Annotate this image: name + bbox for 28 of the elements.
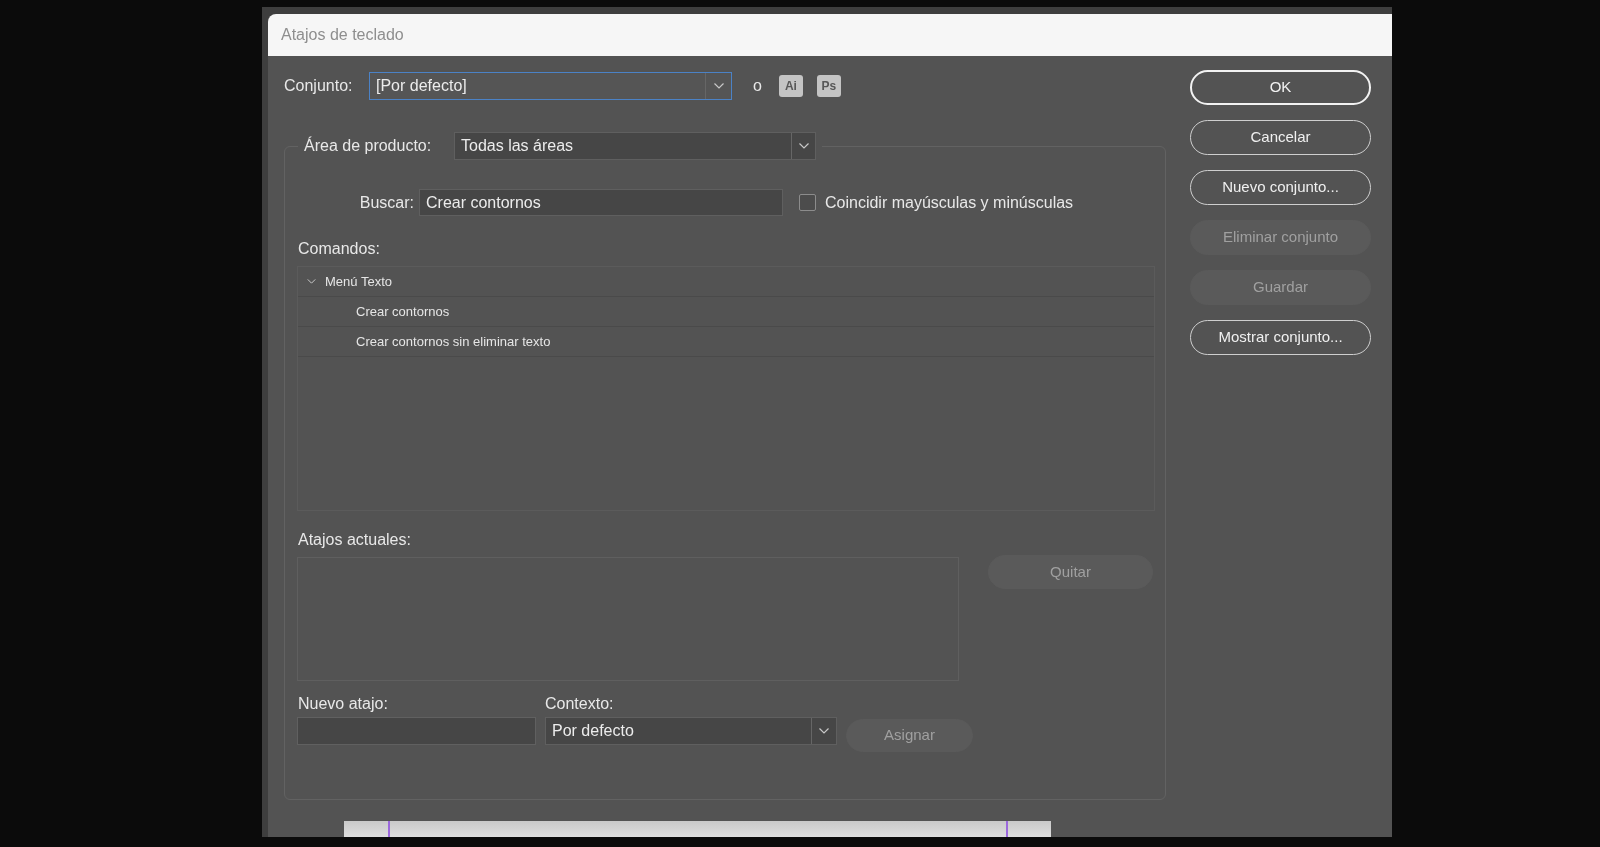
context-label: Contexto:	[545, 695, 615, 713]
separator-text: o	[753, 76, 762, 96]
show-set-button[interactable]: Mostrar conjunto...	[1190, 320, 1371, 355]
new-set-button[interactable]: Nuevo conjunto...	[1190, 170, 1371, 205]
ok-button[interactable]: OK	[1190, 70, 1371, 105]
chevron-down-icon	[798, 143, 809, 149]
new-shortcut-label: Nuevo atajo:	[297, 695, 389, 713]
set-dropdown[interactable]: [Por defecto]	[369, 72, 732, 100]
commands-label: Comandos:	[297, 240, 381, 258]
checkbox[interactable]	[799, 194, 816, 211]
checkbox-label: Coincidir mayúsculas y minúsculas	[825, 192, 1074, 213]
tree-row[interactable]: Crear contornos	[298, 297, 1154, 327]
set-label: Conjunto:	[284, 76, 354, 96]
chevron-down-icon	[819, 728, 829, 734]
window-title: Atajos de teclado	[281, 25, 404, 45]
product-area-dropdown[interactable]: Todas las áreas	[454, 132, 816, 160]
app-icon-button[interactable]: Ps	[816, 75, 841, 97]
tree-row[interactable]: Crear contornos sin eliminar texto	[298, 327, 1154, 357]
app-icon-button[interactable]: Ai	[778, 75, 803, 97]
shortcut-input-field[interactable]	[297, 717, 536, 745]
product-area-label: Área de producto:	[304, 135, 433, 156]
context-dropdown[interactable]: Por defecto	[545, 717, 837, 745]
search-field[interactable]: Crear contornos	[419, 189, 783, 216]
current-shortcuts-label: Atajos actuales:	[297, 531, 412, 549]
chevron-down-icon	[713, 83, 724, 89]
cancel-button[interactable]: Cancelar	[1190, 120, 1371, 155]
search-label: Buscar:	[358, 192, 414, 213]
tree-row[interactable]: Menú Texto	[298, 267, 1154, 297]
